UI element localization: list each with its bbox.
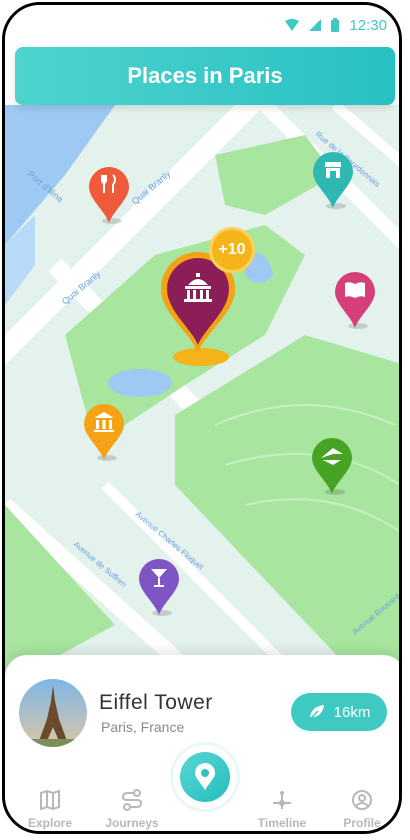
nav-explore[interactable]: Explore: [15, 789, 85, 830]
nav-profile[interactable]: Profile: [327, 789, 397, 830]
route-icon: [121, 789, 143, 811]
distance-label: 16km: [333, 703, 371, 721]
map-icon: [40, 789, 60, 811]
location-pin-icon: [195, 763, 215, 790]
locate-button-inner: [180, 752, 230, 802]
nav-explore-label: Explore: [27, 816, 72, 830]
park-icon: [321, 448, 343, 465]
pin-library[interactable]: [331, 268, 379, 335]
monument-icon: [184, 273, 212, 302]
nav-timeline[interactable]: Timeline: [247, 789, 317, 830]
status-time: 12:30: [349, 16, 387, 34]
nav-journeys-label: Journeys: [105, 816, 159, 830]
leaf-icon: [309, 705, 324, 720]
timeline-icon: [273, 791, 291, 809]
pin-museum[interactable]: [80, 400, 128, 467]
user-icon: [352, 790, 372, 810]
wifi-icon: [285, 19, 300, 31]
phone-frame: 12:30 Places in Paris Port d'Iéna Quai B…: [2, 2, 402, 834]
place-thumbnail: [19, 679, 87, 747]
cocktail-icon: [151, 569, 167, 587]
page-title: Places in Paris: [127, 63, 283, 88]
fork-knife-icon: [101, 174, 116, 193]
place-location: Paris, France: [101, 719, 185, 735]
nav-timeline-label: Timeline: [257, 816, 307, 830]
pin-bar[interactable]: [135, 555, 183, 622]
nav-profile-label: Profile: [343, 816, 381, 830]
locate-button[interactable]: [173, 745, 237, 809]
points-badge: +10: [209, 227, 255, 273]
battery-icon: [331, 18, 340, 32]
status-bar: 12:30: [5, 5, 399, 45]
page-title-bar: Places in Paris: [15, 47, 395, 105]
nav-journeys[interactable]: Journeys: [97, 789, 167, 830]
museum-icon: [94, 412, 114, 432]
pin-restaurant[interactable]: [85, 163, 133, 230]
pin-park[interactable]: [308, 434, 356, 501]
shop-icon: [325, 162, 341, 178]
book-icon: [345, 282, 365, 298]
place-name: Eiffel Tower: [99, 691, 213, 714]
distance-button[interactable]: 16km: [291, 693, 387, 731]
points-badge-text: +10: [218, 241, 246, 258]
pin-shop[interactable]: [309, 148, 357, 215]
signal-icon: [309, 19, 322, 31]
